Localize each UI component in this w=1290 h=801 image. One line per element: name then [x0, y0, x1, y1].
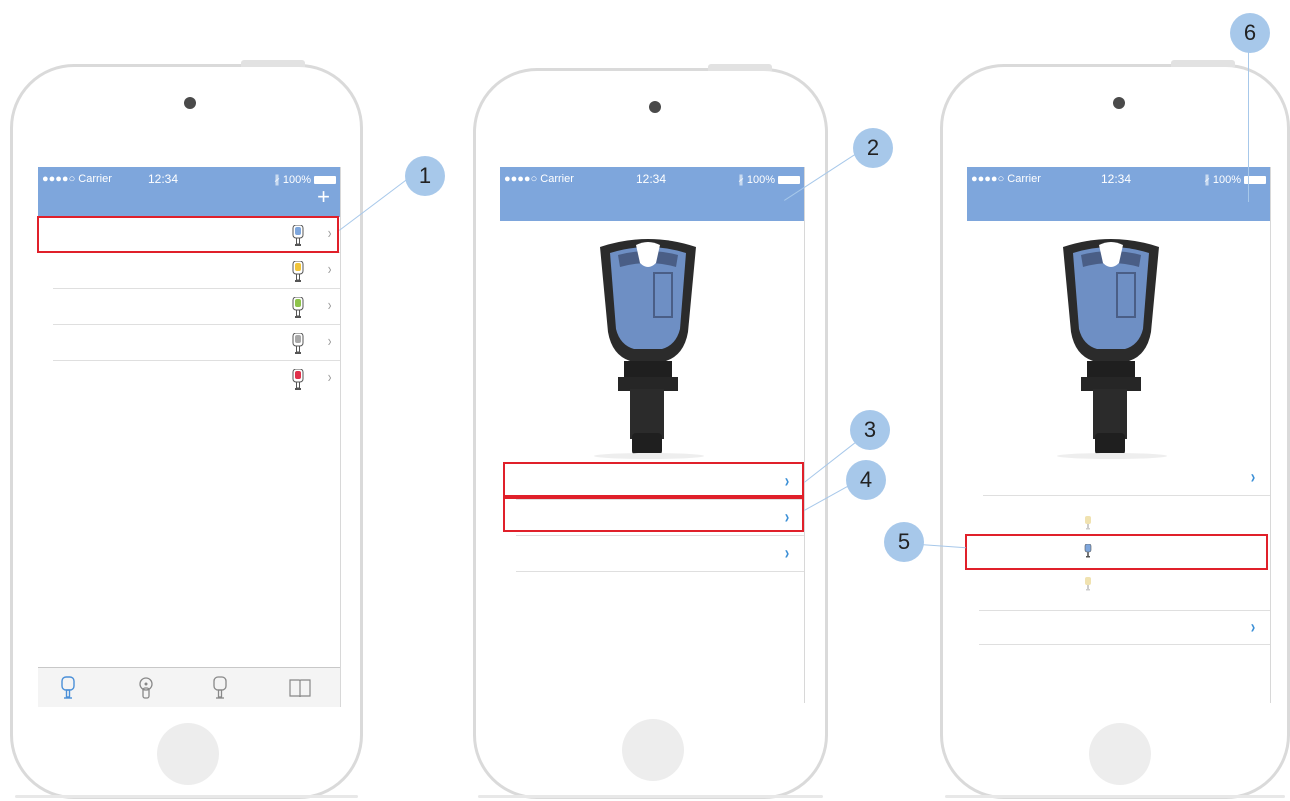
camera-icon: [184, 97, 196, 109]
tab-cylinder-icon[interactable]: [134, 676, 158, 700]
phone-3: ●●●●○ Carrier 12:34 ∦ 100% › ›: [940, 60, 1290, 799]
chevron-right-icon: ›: [327, 333, 332, 350]
key-row-5[interactable]: ›: [53, 362, 340, 397]
chevron-right-icon: ›: [1250, 617, 1256, 637]
tab-key-outline-icon[interactable]: [208, 676, 232, 700]
phone-2: ●●●●○ Carrier 12:34 ∦ 100% › › ›: [473, 64, 828, 799]
settings-row-2[interactable]: ›: [979, 610, 1270, 645]
add-key-button[interactable]: +: [317, 186, 330, 208]
camera-icon: [649, 101, 661, 113]
key-shadow: [594, 453, 704, 459]
phone-shadow: [15, 795, 358, 798]
power-button: [1171, 60, 1235, 67]
highlight-box-4: [503, 497, 804, 532]
home-button[interactable]: [157, 723, 219, 785]
callout-1: 1: [405, 156, 445, 196]
key-icon: [292, 333, 304, 354]
home-button[interactable]: [622, 719, 684, 781]
chevron-right-icon: ›: [784, 543, 790, 563]
highlight-box-3: [503, 462, 804, 497]
status-bar: ●●●●○ Carrier 12:34 ∦ 100%: [967, 172, 1270, 187]
battery-icon: [778, 176, 800, 185]
highlight-box-5: [965, 534, 1268, 570]
home-button[interactable]: [1089, 723, 1151, 785]
key-shadow: [1057, 453, 1167, 459]
screen-key-settings: ●●●●○ Carrier 12:34 ∦ 100% › ›: [967, 167, 1271, 703]
key-icon: [292, 297, 304, 318]
battery-label: ∦ 100%: [738, 174, 775, 186]
chevron-right-icon: ›: [327, 369, 332, 386]
time-label: 12:34: [1101, 172, 1132, 186]
nav-bar: ●●●●○ Carrier 12:34 ∦ 100% +: [38, 167, 340, 217]
callout-4: 4: [846, 460, 886, 500]
status-bar: ●●●●○ Carrier 12:34 ∦ 100%: [38, 172, 340, 187]
key-row-3[interactable]: ›: [53, 290, 340, 325]
key-row-4[interactable]: ›: [53, 326, 340, 361]
nav-bar: ●●●●○ Carrier 12:34 ∦ 100%: [967, 167, 1270, 221]
phone-shadow: [478, 795, 823, 798]
tab-keys-icon[interactable]: [56, 676, 80, 700]
key-image: [600, 239, 696, 455]
status-bar: ●●●●○ Carrier 12:34 ∦ 100%: [500, 172, 804, 187]
key-color-yellow-icon[interactable]: [1084, 577, 1092, 591]
chevron-right-icon: ›: [1250, 467, 1256, 487]
battery-label: ∦ 100%: [1204, 174, 1241, 186]
time-label: 12:34: [148, 172, 179, 186]
power-button: [708, 64, 772, 71]
battery-icon: [314, 176, 336, 185]
chevron-right-icon: ›: [327, 297, 332, 314]
tab-bar: [38, 667, 340, 707]
battery-indicator: ∦ 100%: [738, 173, 800, 186]
phone-1: ●●●●○ Carrier 12:34 ∦ 100% + › › › › ›: [10, 60, 363, 799]
camera-icon: [1113, 97, 1125, 109]
callout-2: 2: [853, 128, 893, 168]
key-image: [1063, 239, 1159, 455]
key-row-2[interactable]: ›: [53, 254, 340, 289]
phone-shadow: [945, 795, 1285, 798]
callout-5: 5: [884, 522, 924, 562]
carrier-label: ●●●●○ Carrier: [42, 173, 112, 185]
leader-line-6: [1248, 52, 1249, 202]
settings-row-1[interactable]: ›: [983, 461, 1270, 496]
key-color-yellow-icon[interactable]: [1084, 516, 1092, 530]
key-icon: [292, 369, 304, 390]
screen-key-detail: ●●●●○ Carrier 12:34 ∦ 100% › › ›: [500, 167, 805, 703]
callout-6: 6: [1230, 13, 1270, 53]
callout-3: 3: [850, 410, 890, 450]
detail-row-3[interactable]: ›: [516, 537, 804, 572]
power-button: [241, 60, 305, 67]
highlight-box-1: [37, 216, 339, 253]
tab-book-icon[interactable]: [288, 676, 312, 700]
chevron-right-icon: ›: [327, 261, 332, 278]
key-icon: [292, 261, 304, 282]
stage: ●●●●○ Carrier 12:34 ∦ 100% + › › › › › ●…: [0, 0, 1290, 801]
carrier-label: ●●●●○ Carrier: [504, 173, 574, 185]
time-label: 12:34: [636, 172, 667, 186]
battery-indicator: ∦ 100%: [1204, 173, 1266, 186]
carrier-label: ●●●●○ Carrier: [971, 173, 1041, 185]
nav-bar: ●●●●○ Carrier 12:34 ∦ 100%: [500, 167, 804, 221]
battery-label: ∦ 100%: [274, 174, 311, 186]
